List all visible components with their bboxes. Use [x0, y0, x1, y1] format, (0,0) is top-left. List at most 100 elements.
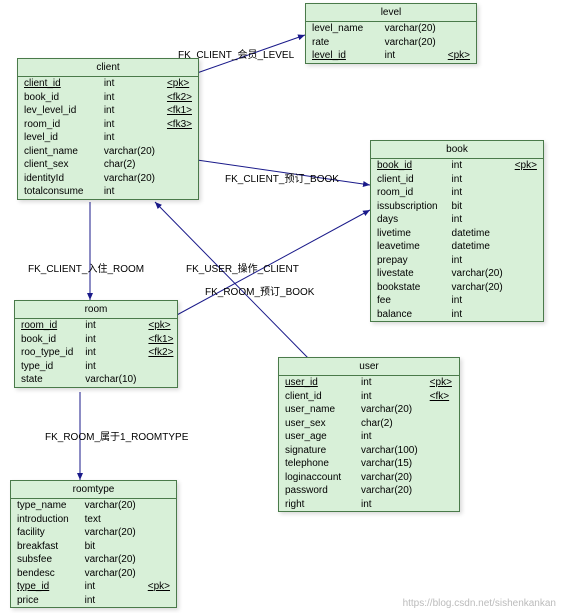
column-type: int: [355, 430, 424, 444]
column-key: [142, 373, 179, 387]
table-row: type_namevarchar(20): [11, 499, 176, 513]
column-key: <pk>: [142, 580, 176, 594]
column-type: varchar(10): [79, 373, 142, 387]
table-row: client_namevarchar(20): [18, 145, 198, 159]
column-type: varchar(20): [79, 567, 142, 581]
column-type: int: [446, 159, 509, 173]
column-name: state: [15, 373, 79, 387]
column-type: text: [79, 513, 142, 527]
column-key: [161, 158, 198, 172]
column-type: varchar(20): [446, 267, 509, 281]
column-type: int: [79, 333, 142, 347]
table-row: client_sexchar(2): [18, 158, 198, 172]
table-row: loginaccountvarchar(20): [279, 471, 459, 485]
column-name: right: [279, 498, 355, 512]
table-row: user_namevarchar(20): [279, 403, 459, 417]
column-type: int: [79, 319, 142, 333]
column-key: <fk1>: [142, 333, 179, 347]
table-row: client_idint<pk>: [18, 77, 198, 91]
column-type: varchar(20): [355, 484, 424, 498]
column-key: [142, 513, 176, 527]
column-name: client_id: [371, 173, 446, 187]
column-name: type_name: [11, 499, 79, 513]
column-name: balance: [371, 308, 446, 322]
column-name: client_sex: [18, 158, 98, 172]
column-type: int: [79, 346, 142, 360]
table-row: prepayint: [371, 254, 543, 268]
column-type: int: [446, 213, 509, 227]
entity-title: level: [306, 4, 476, 22]
column-type: varchar(20): [79, 553, 142, 567]
column-name: password: [279, 484, 355, 498]
column-name: days: [371, 213, 446, 227]
column-name: room_id: [18, 118, 98, 132]
column-key: <fk1>: [161, 104, 198, 118]
table-row: user_ageint: [279, 430, 459, 444]
column-type: int: [98, 185, 161, 199]
table-row: bookstatevarchar(20): [371, 281, 543, 295]
table-row: facilityvarchar(20): [11, 526, 176, 540]
column-name: client_name: [18, 145, 98, 159]
table-row: livetimedatetime: [371, 227, 543, 241]
table-row: book_idint<fk2>: [18, 91, 198, 105]
table-row: issubscriptionbit: [371, 200, 543, 214]
column-type: int: [355, 498, 424, 512]
table-row: user_idint<pk>: [279, 376, 459, 390]
column-type: char(2): [355, 417, 424, 431]
column-key: [142, 499, 176, 513]
table-row: breakfastbit: [11, 540, 176, 554]
table-row: bendescvarchar(20): [11, 567, 176, 581]
column-key: [161, 172, 198, 186]
column-name: type_id: [11, 580, 79, 594]
entity-title: book: [371, 141, 543, 159]
column-key: [424, 457, 459, 471]
column-name: facility: [11, 526, 79, 540]
entity-title: room: [15, 301, 177, 319]
rel-client-book: FK_CLIENT_预订_BOOK: [225, 170, 339, 185]
column-key: [424, 498, 459, 512]
column-type: varchar(20): [79, 499, 142, 513]
column-name: bendesc: [11, 567, 79, 581]
table-row: book_idint<pk>: [371, 159, 543, 173]
column-name: level_id: [18, 131, 98, 145]
column-key: <fk>: [424, 390, 459, 404]
column-type: char(2): [98, 158, 161, 172]
table-row: subsfeevarchar(20): [11, 553, 176, 567]
column-key: <pk>: [442, 49, 476, 63]
column-name: breakfast: [11, 540, 79, 554]
column-name: roo_type_id: [15, 346, 79, 360]
column-name: identityId: [18, 172, 98, 186]
table-row: signaturevarchar(100): [279, 444, 459, 458]
column-type: datetime: [446, 227, 509, 241]
entity-title: user: [279, 358, 459, 376]
column-key: [424, 417, 459, 431]
column-name: telephone: [279, 457, 355, 471]
column-name: level_id: [306, 49, 379, 63]
column-key: [509, 281, 543, 295]
entity-user: useruser_idint<pk>client_idint<fk>user_n…: [278, 357, 460, 512]
column-type: varchar(20): [379, 22, 442, 36]
column-name: livetime: [371, 227, 446, 241]
column-name: issubscription: [371, 200, 446, 214]
column-name: bookstate: [371, 281, 446, 295]
table-row: type_idint<pk>: [11, 580, 176, 594]
column-key: [161, 185, 198, 199]
column-type: int: [446, 173, 509, 187]
column-key: [509, 173, 543, 187]
column-type: varchar(15): [355, 457, 424, 471]
table-row: roo_type_idint<fk2>: [15, 346, 179, 360]
table-row: book_idint<fk1>: [15, 333, 179, 347]
table-row: level_idint<pk>: [306, 49, 476, 63]
table-row: level_namevarchar(20): [306, 22, 476, 36]
column-key: [142, 526, 176, 540]
table-row: totalconsumeint: [18, 185, 198, 199]
table-row: feeint: [371, 294, 543, 308]
column-name: book_id: [371, 159, 446, 173]
column-type: int: [79, 580, 142, 594]
table-row: client_idint<fk>: [279, 390, 459, 404]
column-key: [161, 131, 198, 145]
column-key: [509, 200, 543, 214]
table-row: rightint: [279, 498, 459, 512]
column-name: room_id: [15, 319, 79, 333]
column-key: [142, 360, 179, 374]
